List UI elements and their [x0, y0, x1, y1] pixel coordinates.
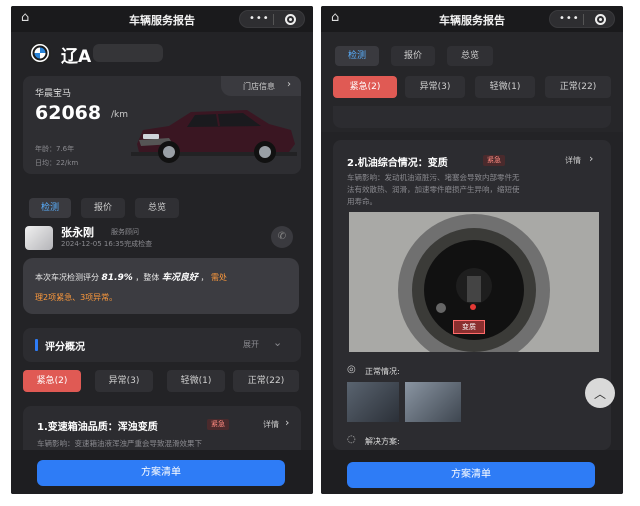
solution-label: 解决方案:: [365, 437, 400, 446]
summary-issues-start: 需处: [210, 273, 227, 282]
tab-quote[interactable]: 报价: [81, 198, 125, 218]
tab-overview[interactable]: 总览: [447, 46, 493, 66]
filter-normal[interactable]: 正常(22): [233, 370, 299, 392]
check-circle-icon: ◎: [347, 364, 356, 375]
mileage-value: 62068: [35, 102, 102, 124]
plate-mask: [93, 44, 163, 62]
overview-title: 评分概况: [45, 342, 85, 353]
chevron-down-icon[interactable]: ⌄: [273, 336, 282, 349]
scroll-to-top-button[interactable]: ︿: [585, 378, 615, 408]
mileage-unit: /km: [111, 110, 129, 120]
chevron-up-icon: ︿: [593, 387, 606, 401]
avatar: [25, 226, 53, 250]
normal-condition-label: 正常情况:: [365, 367, 400, 376]
item-impact: 车辆影响：变速箱油液浑浊严重会导致混滑效果下: [37, 439, 202, 448]
inspection-time: 2024-12-05 16:35完成检查: [61, 240, 153, 248]
lightbulb-icon: ◌: [347, 434, 356, 445]
filter-minor[interactable]: 轻微(1): [475, 76, 535, 98]
section-marker: [35, 339, 38, 351]
close-target-icon[interactable]: [285, 14, 296, 25]
car-info-card: 华晨宝马 门店信息 › 62068 /km 年龄：7.6年 日均：22/km: [23, 76, 301, 174]
summary-score: 81.9%: [101, 273, 133, 283]
daily-mileage: 日均：22/km: [35, 159, 79, 167]
summary-issues: 理2项紧急、3项异常。: [35, 293, 118, 302]
item-impact-line-2: 法有效散热、润滑，加速零件磨损产生异响，缩短使: [347, 185, 520, 194]
urgent-badge: 紧急: [483, 155, 505, 166]
car-model: 华晨宝马: [35, 89, 72, 99]
summary-bubble: 本次车况检测评分 81.9% ，整体 车况良好 ， 需处 理2项紧急、3项异常。: [23, 258, 299, 314]
store-info-label: 门店信息: [243, 82, 275, 91]
phone-call-button[interactable]: ✆: [271, 226, 293, 248]
capsule-divider: [273, 14, 274, 25]
filter-minor[interactable]: 轻微(1): [167, 370, 225, 392]
mini-program-capsule: •••: [549, 10, 615, 28]
previous-card-edge: [333, 106, 611, 128]
filter-urgent[interactable]: 紧急(2): [333, 76, 397, 98]
summary-comma: ，: [200, 273, 209, 282]
chevron-right-icon: ›: [287, 79, 291, 90]
phone-icon: ✆: [277, 231, 287, 242]
summary-line-1: 本次车况检测评分 81.9% ，整体 车况良好 ， 需处: [35, 270, 227, 283]
chevron-right-icon: ›: [285, 416, 290, 429]
advisor-role: 服务顾问: [111, 228, 139, 236]
more-icon[interactable]: •••: [249, 13, 270, 24]
top-bar: ⌂ 车辆服务报告 •••: [11, 6, 313, 32]
score-overview-card: 评分概况 展开 ⌄: [23, 328, 301, 362]
car-age: 年龄：7.6年: [35, 145, 75, 153]
normal-reference-photo-2[interactable]: [405, 382, 461, 422]
item-title: 2.机油综合情况：变质: [347, 158, 448, 169]
defect-tag: 变质: [453, 320, 485, 334]
inspection-item-card: 2.机油综合情况：变质 紧急 详情 › 车辆影响：发动机油道脏污、堵塞会导致内部…: [333, 140, 611, 450]
tab-inspection[interactable]: 检测: [29, 198, 71, 218]
item-impact-line-3: 用寿命。: [347, 197, 377, 206]
expand-toggle[interactable]: 展开: [243, 339, 259, 350]
more-icon[interactable]: •••: [559, 13, 580, 24]
left-report-screen: ⌂ 车辆服务报告 ••• 辽A 华晨宝马 门店信息 › 62068 /km 年龄…: [11, 6, 313, 494]
tab-quote[interactable]: 报价: [391, 46, 435, 66]
bmw-logo: [29, 42, 51, 64]
summary-condition: 车况良好: [161, 273, 198, 283]
plan-list-button[interactable]: 方案清单: [347, 462, 595, 488]
summary-prefix: 本次车况检测评分: [35, 273, 99, 282]
filter-abnormal[interactable]: 异常(3): [95, 370, 153, 392]
tab-overview[interactable]: 总览: [135, 198, 179, 218]
license-plate: 辽A: [61, 47, 92, 67]
filter-abnormal[interactable]: 异常(3): [405, 76, 465, 98]
advisor-name: 张永刚: [61, 226, 94, 239]
defect-marker: [470, 304, 476, 310]
item-impact-line-1: 车辆影响：发动机油道脏污、堵塞会导致内部零件无: [347, 173, 520, 182]
plan-list-button[interactable]: 方案清单: [37, 460, 285, 486]
close-target-icon[interactable]: [595, 14, 606, 25]
chevron-right-icon: ›: [589, 152, 594, 165]
item-title: 1.变速箱油品质：浑浊变质: [37, 422, 158, 433]
tab-inspection[interactable]: 检测: [335, 46, 379, 66]
oil-inspection-photo[interactable]: 变质: [349, 212, 599, 352]
filter-normal[interactable]: 正常(22): [545, 76, 611, 98]
detail-link[interactable]: 详情: [565, 155, 581, 166]
store-info-link[interactable]: 门店信息 ›: [221, 76, 301, 96]
detail-link[interactable]: 详情: [263, 419, 279, 430]
mini-program-capsule: •••: [239, 10, 305, 28]
normal-reference-photo-1[interactable]: [347, 382, 399, 422]
summary-mid: ，整体: [135, 273, 160, 282]
urgent-badge: 紧急: [207, 419, 229, 430]
car-image: [131, 110, 297, 163]
top-bar: ⌂ 车辆服务报告 •••: [321, 6, 623, 32]
capsule-divider: [583, 14, 584, 25]
filter-urgent[interactable]: 紧急(2): [23, 370, 81, 392]
right-report-screen: ⌂ 车辆服务报告 ••• 检测 报价 总览 紧急(2) 异常(3) 轻微(1) …: [321, 6, 623, 494]
